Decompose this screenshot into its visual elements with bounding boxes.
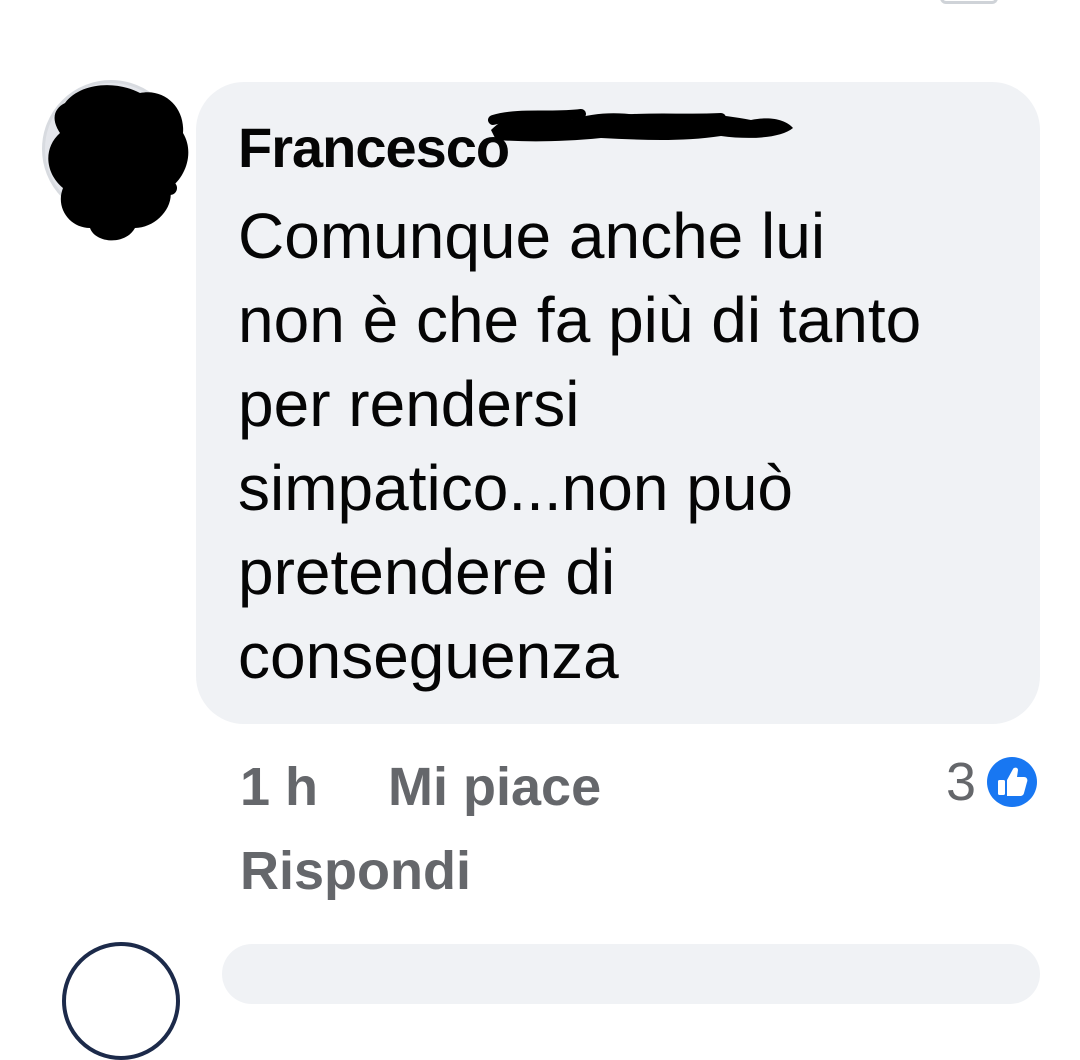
comment-time[interactable]: 1 h [240, 756, 318, 818]
next-comment-bubble [222, 944, 1040, 1004]
reply-button[interactable]: Rispondi [240, 836, 471, 906]
author-row: Francesco [238, 112, 510, 182]
like-thumb-icon [985, 755, 1039, 809]
avatar[interactable] [42, 80, 189, 241]
comment-text: Comunque anche lui non è che fa più di t… [238, 200, 922, 692]
author-name[interactable]: Francesco [238, 115, 510, 180]
name-redaction-scribble [488, 109, 793, 142]
reaction-summary[interactable]: 3 [946, 752, 1040, 812]
top-edge-icon-fragment [940, 0, 998, 4]
next-comment-avatar[interactable] [62, 942, 180, 1060]
comment-bubble: Francesco Comunque anche lui non è che f… [196, 82, 1040, 724]
like-button[interactable]: Mi piace [388, 756, 601, 818]
avatar-redaction-scribble [48, 85, 189, 241]
reaction-count: 3 [945, 752, 976, 812]
comment-meta-row: 1 h Mi piace [240, 752, 601, 822]
